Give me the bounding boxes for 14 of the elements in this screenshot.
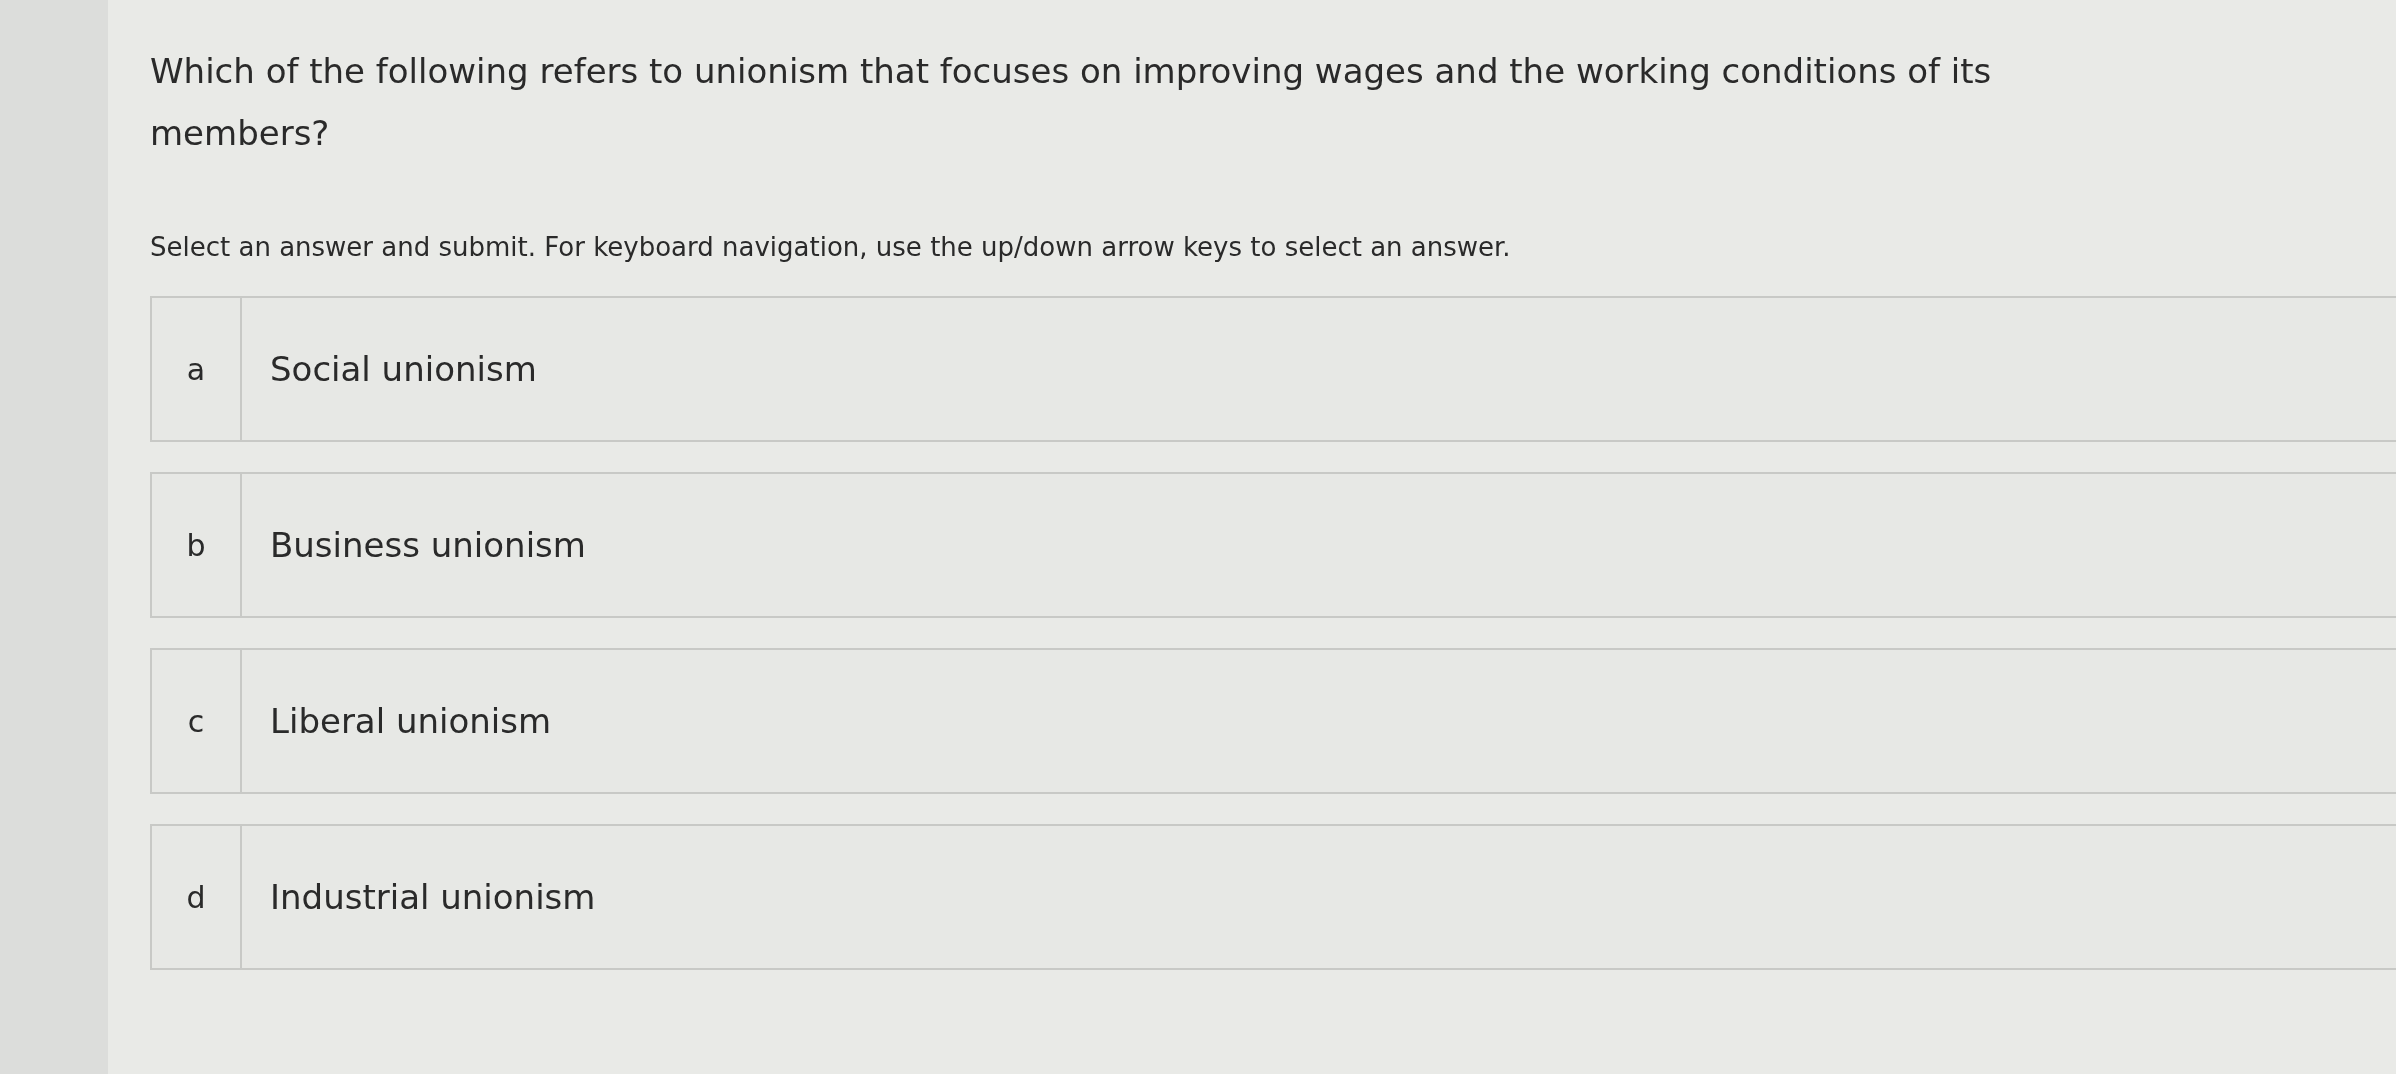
option-letter: d — [152, 826, 242, 968]
answer-option[interactable]: b Business unionism — [150, 472, 2396, 618]
answer-option[interactable]: c Liberal unionism — [150, 648, 2396, 794]
option-text: Social unionism — [269, 348, 537, 391]
question-text: Which of the following refers to unionism that focuses on improving wages and the working conditions of its members? — [150, 50, 1993, 155]
option-text: Business unionism — [269, 524, 586, 567]
option-text: Liberal unionism — [269, 700, 552, 743]
instruction-text: Select an answer and submit. For keyboard navigation, use the up/down arrow keys to select an answer. — [150, 232, 1512, 262]
option-letter: a — [152, 298, 242, 440]
option-letter: c — [152, 650, 242, 792]
answer-option[interactable]: a Social unionism — [150, 296, 2396, 442]
answer-option[interactable]: d Industrial unionism — [150, 824, 2396, 970]
option-letter: b — [152, 474, 242, 616]
option-text: Industrial unionism — [269, 876, 596, 919]
